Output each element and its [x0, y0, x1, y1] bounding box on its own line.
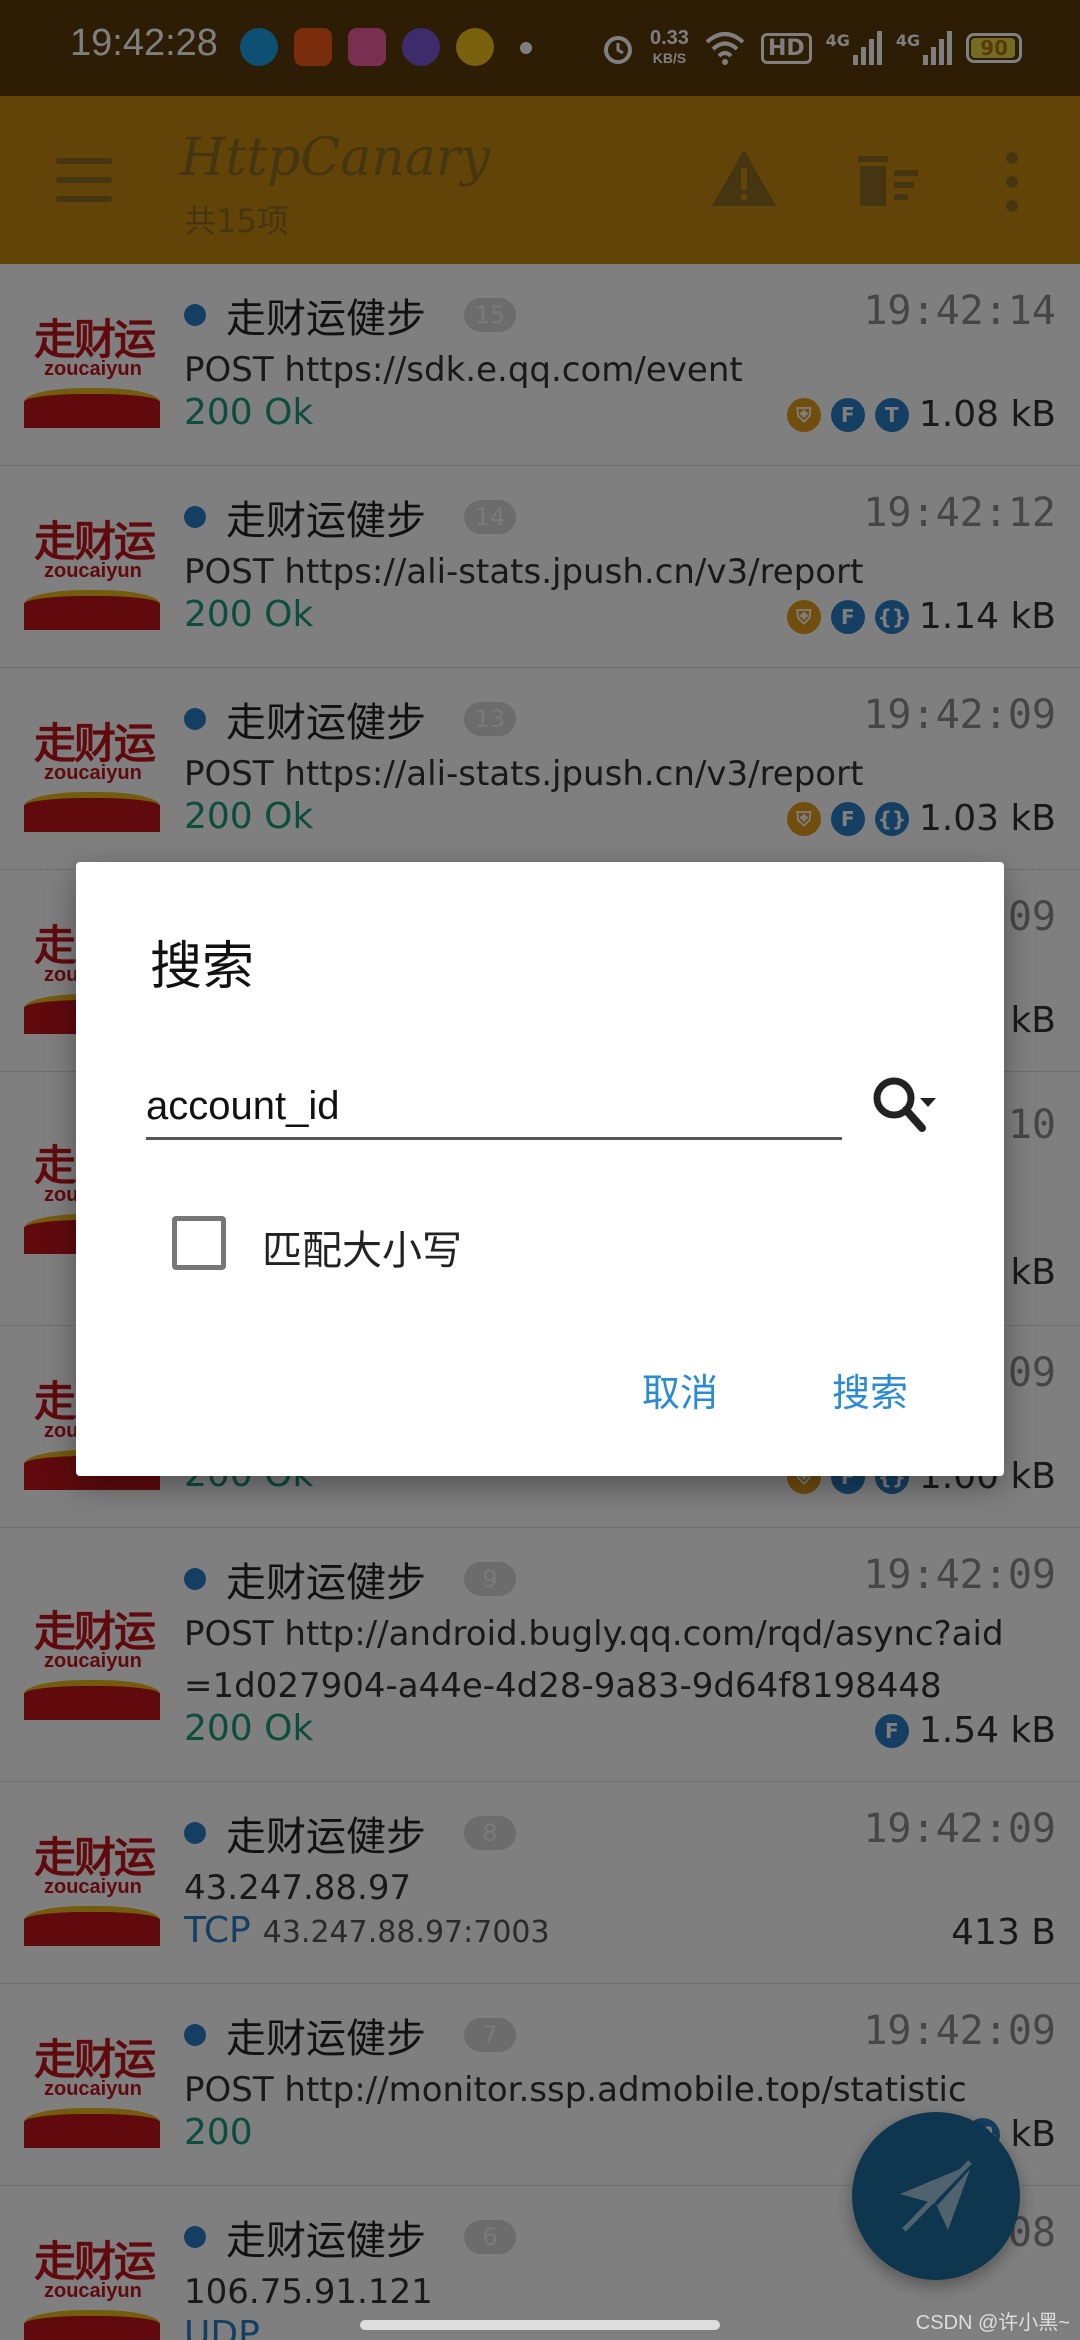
- search-options-icon[interactable]: [870, 1074, 938, 1134]
- search-dialog: 搜索 匹配大小写 取消 搜索: [76, 862, 1004, 1476]
- cancel-button[interactable]: 取消: [642, 1362, 718, 1417]
- battery-level: 90: [980, 36, 1009, 60]
- watermark: CSDN @许小黑~: [915, 2312, 1070, 2334]
- dialog-title: 搜索: [150, 937, 255, 997]
- search-button[interactable]: 搜索: [832, 1362, 908, 1417]
- gesture-bar[interactable]: [360, 2320, 720, 2330]
- search-input[interactable]: [146, 1076, 842, 1140]
- match-case-label: 匹配大小写: [262, 1228, 462, 1274]
- match-case-checkbox[interactable]: [172, 1216, 226, 1270]
